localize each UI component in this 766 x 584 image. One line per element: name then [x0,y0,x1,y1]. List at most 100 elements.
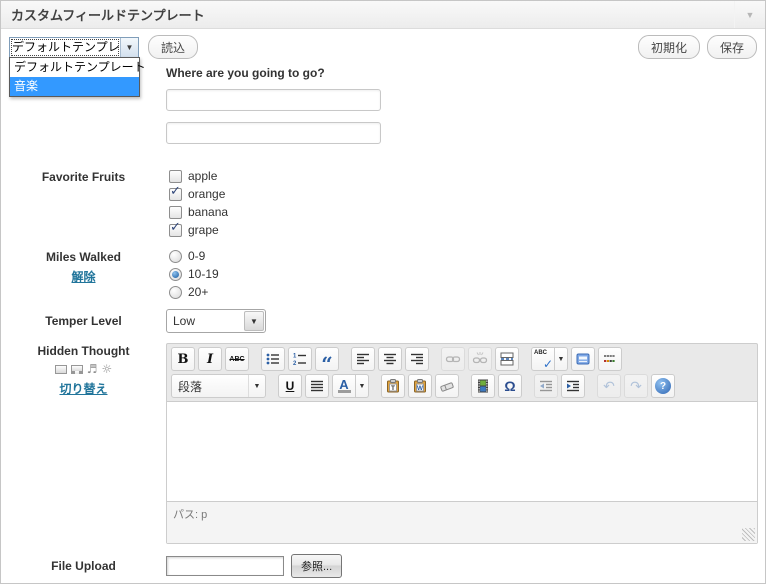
checkbox-apple[interactable] [169,170,182,183]
spellcheck-button[interactable]: ABC ✓ [531,347,555,371]
radio-option-0-9[interactable]: 0-9 [169,249,756,263]
editor-toolbar-row1: B I ABC 12 “ [167,344,757,374]
align-center-button[interactable] [378,347,402,371]
undo-button[interactable]: ↶ [597,374,621,398]
add-audio-icon[interactable]: ♬ [87,363,98,376]
initialize-button[interactable]: 初期化 [638,35,700,59]
insert-media-button[interactable] [471,374,495,398]
destination-input-1[interactable] [166,89,381,111]
svg-text:2: 2 [293,361,297,367]
text-color-button[interactable]: A [332,374,356,398]
field-row-fruits: Favorite Fruits apple ✓ orange banana ✓ … [1,169,765,241]
save-button[interactable]: 保存 [707,35,757,59]
add-image-icon[interactable] [55,365,67,374]
italic-button[interactable]: I [198,347,222,371]
rich-text-editor: B I ABC 12 “ [166,343,758,544]
release-link[interactable]: 解除 [71,268,95,285]
more-tag-icon [499,351,515,367]
spellcheck-dropdown-arrow[interactable]: ▼ [555,347,568,371]
numbered-list-button[interactable]: 12 [288,347,312,371]
align-left-button[interactable] [351,347,375,371]
strikethrough-button[interactable]: ABC [225,347,249,371]
checkbox-banana[interactable] [169,206,182,219]
checkbox-option-apple[interactable]: apple [169,169,756,183]
text-color-dropdown-arrow[interactable]: ▼ [356,374,369,398]
checkbox-orange[interactable]: ✓ [169,188,182,201]
chevron-down-icon: ▼ [746,10,755,20]
link-icon [445,351,461,367]
checkbox-option-banana[interactable]: banana [169,205,756,219]
thought-label: Hidden Thought [38,344,130,358]
template-select-value: デフォルトテンプレート [10,38,120,57]
indent-icon [565,378,581,394]
media-upload-buttons: ♬ ☼ [1,363,166,376]
indent-button[interactable] [561,374,585,398]
chevron-down-icon: ▼ [558,356,565,363]
fullscreen-button[interactable] [571,347,595,371]
justify-button[interactable] [305,374,329,398]
checkbox-label: banana [188,205,228,219]
bulleted-list-button[interactable] [261,347,285,371]
editor-path-text: パス: p [173,509,207,521]
action-buttons: 初期化 保存 [638,35,757,59]
help-button[interactable]: ? [651,374,675,398]
miles-label: Miles Walked [46,250,121,264]
checkbox-grape[interactable]: ✓ [169,224,182,237]
chevron-down-icon: ▼ [250,317,258,326]
align-right-button[interactable] [405,347,429,371]
unlink-button[interactable] [468,347,492,371]
undo-icon: ↶ [603,379,615,393]
paste-as-text-button[interactable]: T [381,374,405,398]
switch-editor-link[interactable]: 切り替え [59,380,107,397]
radio-option-20plus[interactable]: 20+ [169,285,756,299]
temper-select[interactable]: Low ▼ [166,309,266,333]
format-select-arrow[interactable]: ▼ [248,375,265,397]
radio-label: 10-19 [188,267,219,281]
redo-button[interactable]: ↷ [624,374,648,398]
chevron-down-icon: ▼ [126,43,134,52]
dropdown-option-default[interactable]: デフォルトテンプレート [10,58,139,77]
destination-input-2[interactable] [166,122,381,144]
kitchen-sink-button[interactable] [598,347,622,371]
remove-formatting-button[interactable] [435,374,459,398]
paste-from-word-button[interactable]: W [408,374,432,398]
custom-fields-form: Where are you going to go? Favorite Frui… [1,66,765,578]
checkbox-option-orange[interactable]: ✓ orange [169,187,756,201]
justify-icon [309,378,325,394]
eraser-icon [439,378,455,394]
more-tag-button[interactable] [495,347,519,371]
browse-button[interactable]: 参照... [291,554,342,578]
checkbox-label: apple [188,169,217,183]
select-arrow-button[interactable]: ▼ [120,38,138,57]
checkbox-option-grape[interactable]: ✓ grape [169,223,756,237]
outdent-button[interactable] [534,374,558,398]
add-media-icon[interactable]: ☼ [102,363,113,376]
radio-option-10-19[interactable]: 10-19 [169,267,756,281]
editor-toolbar-row2: 段落 ▼ U A ▼ [167,374,757,401]
radio-label: 0-9 [188,249,205,263]
editor-content-area[interactable] [167,401,757,502]
resize-grip[interactable] [742,528,755,541]
paste-word-icon: W [412,378,428,394]
collapse-toggle-button[interactable]: ▼ [734,1,765,28]
underline-button[interactable]: U [278,374,302,398]
field-row-thought: Hidden Thought ♬ ☼ 切り替え B I ABC [1,343,765,544]
format-select[interactable]: 段落 ▼ [171,374,266,398]
temper-label: Temper Level [1,309,166,333]
link-button[interactable] [441,347,465,371]
template-select[interactable]: デフォルトテンプレート ▼ [9,37,139,58]
file-path-input[interactable] [166,556,284,576]
radio-10-19[interactable] [169,268,182,281]
radio-0-9[interactable] [169,250,182,263]
dropdown-option-music[interactable]: 音楽 [10,77,139,96]
load-button[interactable]: 読込 [148,35,198,59]
template-toolbar: デフォルトテンプレート ▼ 読込 初期化 保存 [1,29,765,59]
unlink-icon [472,351,488,367]
select-arrow-button[interactable]: ▼ [244,311,264,331]
bold-button[interactable]: B [171,347,195,371]
blockquote-button[interactable]: “ [315,347,339,371]
add-video-icon[interactable] [71,365,83,374]
special-character-button[interactable]: Ω [498,374,522,398]
radio-20plus[interactable] [169,286,182,299]
panel-header: カスタムフィールドテンプレート ▼ [1,1,765,29]
